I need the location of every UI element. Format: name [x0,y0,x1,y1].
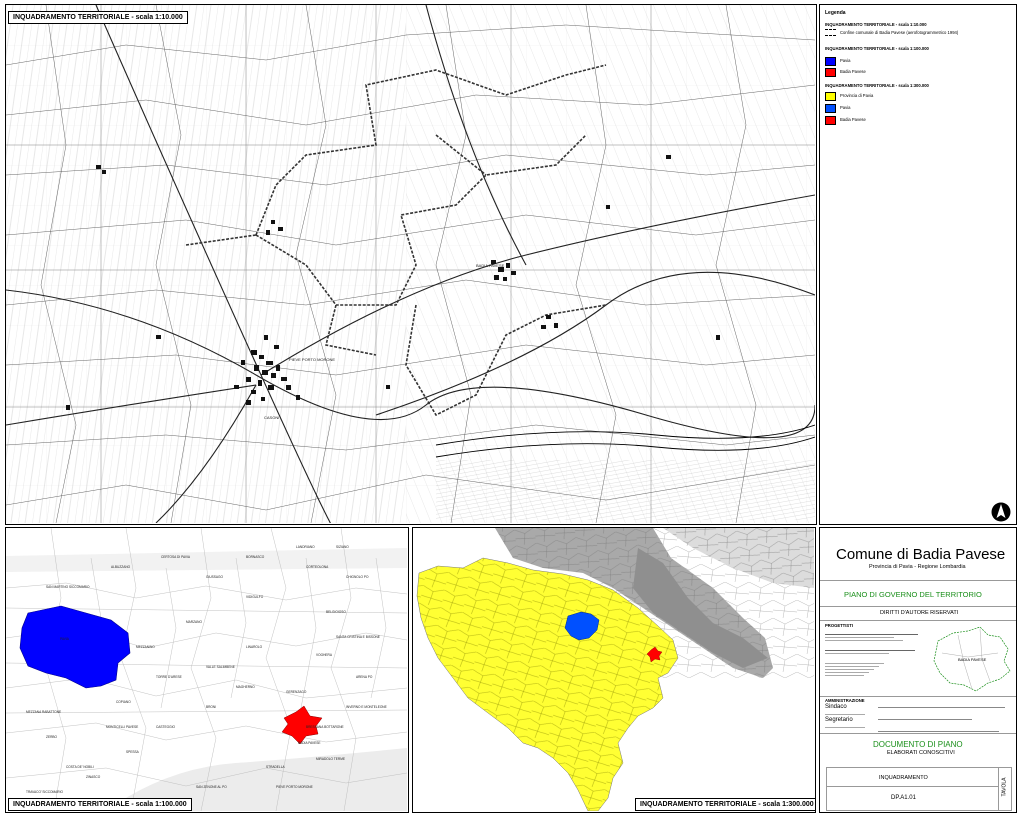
place-label: MARZANO [186,620,202,624]
legend-title: Legenda [825,10,846,16]
place-label: SPESSA [126,750,140,754]
legend-swatch-badia [825,68,836,77]
legend-label: Badia Pavese [840,69,866,74]
divider [820,606,1016,607]
province-map-100k: PAVIA BADIA PAVESE CASTEGGIO VOGHERA STRADEL… [6,528,407,811]
place-label: ZINASCO [86,775,101,779]
map-bottom-left-title: INQUADRAMENTO TERRITORIALE - scala 1:100… [8,798,192,811]
legend-label: Provincia di Pavia [840,93,874,98]
place-label: TORRE D'ARESE [156,675,182,679]
place-label: ARENA PO [356,675,373,679]
place-label: COPIANO [116,700,131,704]
place-label: VOGHERA [316,653,333,657]
place-label: PIEVE PORTO MORONE [289,357,335,362]
place-label: LINAROLO [246,645,263,649]
legend-section-title: INQUADRAMENTO TERRITORIALE - scala 1:10.… [825,22,927,27]
segretario-label: Segretario [825,717,853,723]
elaborati-subtitle: ELABORATI CONOSCITIVI [887,750,955,756]
legend-swatch-pavia [825,104,836,113]
map-bottom-mid-panel: INQUADRAMENTO TERRITORIALE - scala 1:300… [412,527,816,813]
tavola-box: INQUADRAMENTO DP.A1.01 TAVOLA [826,767,1012,811]
sindaco-label: Sindaco [825,704,847,710]
diritti-label: DIRITTI D'AUTORE RISERVATI [880,610,959,616]
place-label: COSTA DE' NOBILI [66,765,94,769]
documento-title: DOCUMENTO DI PIANO [873,740,963,749]
place-label: CERTOSA DI PAVIA [161,555,191,559]
legend-label: Badia Pavese [840,117,866,122]
province-map-300k [413,528,814,811]
place-label: VIDIGULFO [246,595,264,599]
place-label: BADIA PAVESE [476,263,505,268]
legend-label: Pavia [840,105,851,110]
place-label: SANTA CRISTINA E BISSONE [336,635,380,639]
place-label: LANDRIANO [296,545,315,549]
tavola-label: TAVOLA [1001,777,1008,797]
approval-lines [878,704,1012,735]
place-label: SIZIANO [336,545,349,549]
legend-panel: Legenda INQUADRAMENTO TERRITORIALE - sca… [819,4,1017,525]
legend-swatch-badia [825,116,836,125]
legend-swatch-pavia [825,57,836,66]
place-label: TRAVACO' SICCOMARIO [26,790,63,794]
place-label: MIRADOLO TERME [316,757,345,761]
provincia-subtitle: Provincia di Pavia - Regione Lombardia [869,564,966,570]
legend-section-title: INQUADRAMENTO TERRITORIALE - scala 1:100… [825,46,929,51]
place-label: VALLE SALIMBENE [206,665,235,669]
place-label: ZERBO [46,735,58,739]
place-label: GIUSSAGO [206,575,224,579]
amministrazione-heading: AMMINISTRAZIONE [825,698,865,703]
legend-label: Confine comunale di Badia Pavese (aerofo… [840,30,959,35]
piano-title: PIANO DI GOVERNO DEL TERRITORIO [844,590,982,599]
place-label: CHIGNOLO PO [346,575,369,579]
progettisti-heading: PROGETTISTI [825,623,853,628]
place-label: CASTEGGIO [156,725,175,729]
municipal-boundary-swatch [825,29,836,36]
tavola-code: DP.A1.01 [891,795,916,801]
map-bottom-mid-title: INQUADRAMENTO TERRITORIALE - scala 1:300… [635,798,815,811]
divider [820,620,1016,621]
inset-municipality-map: BADIA PAVESE [933,626,1011,692]
divider [820,580,1016,581]
north-arrow-icon [991,502,1011,522]
place-label: ALBUZZANO [111,565,131,569]
place-label: STRADELLA [266,765,285,769]
legend-section-title: INQUADRAMENTO TERRITORIALE - scala 1:300… [825,83,929,88]
divider [820,733,1016,734]
designer-block [825,632,923,678]
place-label: CASONI [264,415,279,420]
place-label: BELGIOIOSO [326,610,346,614]
place-label: MEZZANINO [136,645,155,649]
place-label: BRONI [206,705,216,709]
place-label: BADIA PAVESE [298,741,321,745]
comune-title: Comune di Badia Pavese [836,546,1006,563]
place-label: MONTICELLI PAVESE [106,725,138,729]
place-label: MAGHERNO [236,685,255,689]
place-label: PIEVE PORTO MORONE [276,785,313,789]
title-block: Comune di Badia Pavese Provincia di Pavi… [819,527,1017,813]
topographic-map: PIEVE PORTO MORONE BADIA PAVESE CASONI [6,5,815,523]
place-label: INVERNO E MONTELEONE [346,705,387,709]
place-label: CORTEOLONA [306,565,329,569]
map-top-panel: PIEVE PORTO MORONE BADIA PAVESE CASONI I… [5,4,817,525]
legend-swatch-provincia [825,92,836,101]
inset-label: BADIA PAVESE [958,657,987,662]
place-label: BORNASCO [246,555,265,559]
inquadramento-label: INQUADRAMENTO [879,775,928,781]
place-label: MEZZANA RABATTONE [26,710,61,714]
map-top-title: INQUADRAMENTO TERRITORIALE - scala 1:10.… [8,11,188,24]
map-bottom-left-panel: PAVIA BADIA PAVESE CASTEGGIO VOGHERA STRADEL… [5,527,409,813]
place-label: BRESSANA BOTTARONE [306,725,344,729]
place-label: PAVIA [60,637,70,641]
sindaco-name-line [825,714,865,715]
segretario-name-line [825,727,865,728]
legend-label: Pavia [840,58,851,63]
divider [820,696,1016,697]
place-label: SAN ZENONE AL PO [196,785,227,789]
place-label: SAN MARTINO SICCOMARIO [46,585,90,589]
place-label: GERENZAGO [286,690,307,694]
